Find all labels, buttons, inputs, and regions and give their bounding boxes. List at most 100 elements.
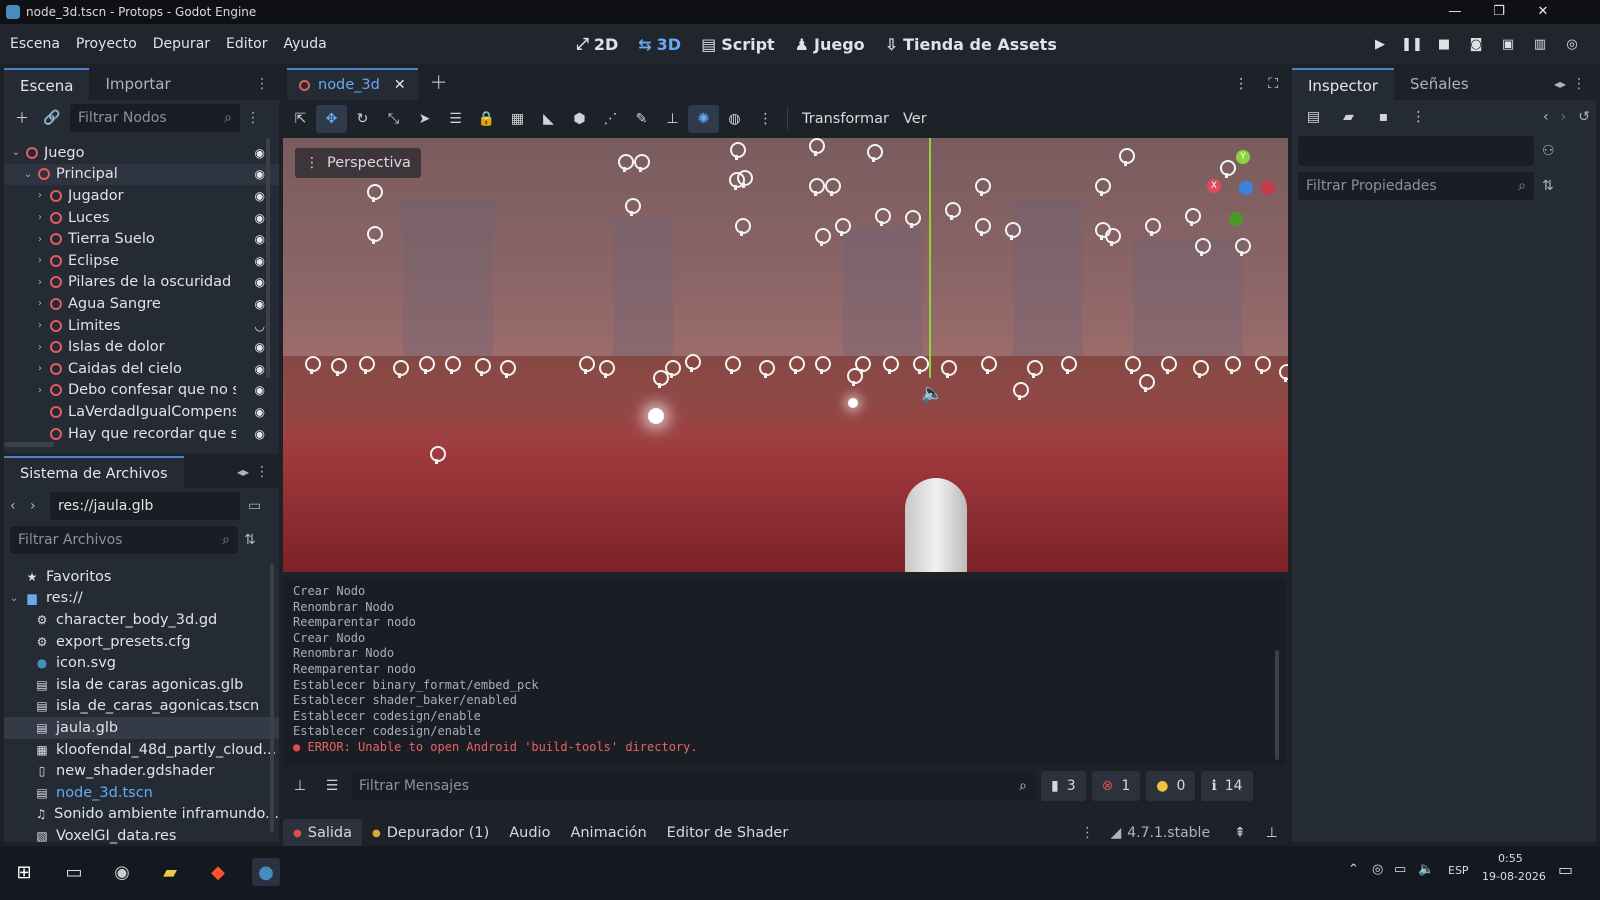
light-bulb-gizmo-icon[interactable] — [1159, 356, 1177, 376]
menu-transformar[interactable]: Transformar — [794, 111, 897, 127]
light-bulb-gizmo-icon[interactable] — [1191, 360, 1209, 380]
info-count-button[interactable]: ℹ 14 — [1201, 771, 1253, 801]
scale-mode-icon[interactable]: ⤡ — [378, 105, 409, 133]
light-bulb-gizmo-icon[interactable] — [473, 358, 491, 378]
light-bulb-gizmo-icon[interactable] — [577, 356, 595, 376]
expand-arrow-icon[interactable]: › — [34, 212, 46, 223]
group-icon[interactable]: ▦ — [502, 105, 533, 133]
network-icon[interactable]: ▭ — [1394, 862, 1406, 877]
light-bulb-gizmo-icon[interactable] — [873, 208, 891, 228]
forward-icon[interactable]: › — [30, 498, 46, 514]
back-icon[interactable]: ‹ — [10, 498, 26, 514]
light-bulb-gizmo-icon[interactable] — [903, 210, 921, 230]
pin-panel-icon[interactable]: ⊥ — [1256, 825, 1288, 841]
scene-tree-node[interactable]: › Debo confesar que no se ◉ — [4, 380, 279, 402]
expand-arrow-icon[interactable]: › — [34, 234, 46, 245]
scene-options-icon[interactable]: ⋮ — [246, 110, 260, 126]
expand-arrow-icon[interactable]: › — [34, 255, 46, 266]
lock-icon[interactable]: 🔒 — [471, 105, 502, 133]
visibility-eye-icon[interactable]: ◉ — [255, 297, 265, 311]
engine-version[interactable]: 4.7.1.stable — [1127, 825, 1224, 841]
player-capsule[interactable] — [905, 478, 967, 572]
scene-tree-node[interactable]: › Jugador ◉ — [4, 185, 279, 207]
light-bulb-gizmo-icon[interactable] — [1143, 218, 1161, 238]
scene-tree-node[interactable]: ⌄ Principal ◉ — [4, 163, 279, 186]
collapse-icon[interactable]: ☰ — [319, 778, 345, 794]
visibility-eye-icon[interactable]: ◉ — [255, 405, 265, 419]
light-bulb-gizmo-icon[interactable] — [787, 356, 805, 376]
property-options-icon[interactable]: ⇅ — [1542, 178, 1554, 194]
notifications-icon[interactable]: ▭ — [1558, 860, 1573, 879]
light-bulb-gizmo-icon[interactable] — [1059, 356, 1077, 376]
filesystem-item[interactable]: ⚙ export_presets.cfg — [4, 631, 279, 653]
light-bulb-gizmo-icon[interactable] — [632, 154, 650, 174]
light-bulb-gizmo-icon[interactable] — [1233, 238, 1251, 258]
3d-viewport[interactable]: 🔈 Y X ⋮ Perspectiva — [283, 138, 1288, 572]
history-forward-icon[interactable]: › — [1561, 109, 1567, 125]
save-icon[interactable]: ▪ — [1368, 103, 1399, 131]
expand-arrow-icon[interactable]: › — [34, 298, 46, 309]
tab-importar[interactable]: Importar — [89, 68, 186, 100]
visibility-eye-icon[interactable]: ◉ — [255, 167, 265, 181]
workspace-game-button[interactable]: ♟ Juego — [785, 34, 875, 54]
movie-maker-icon[interactable]: ◎ — [1556, 37, 1588, 52]
filesystem-item[interactable]: ★ Favoritos — [4, 566, 279, 588]
light-bulb-gizmo-icon[interactable] — [1183, 208, 1201, 228]
visibility-eye-icon[interactable]: ◉ — [255, 254, 265, 268]
audio-player-icon[interactable]: 🔈 — [921, 383, 943, 404]
tab-filesystem[interactable]: Sistema de Archivos — [4, 456, 184, 488]
dock-move-icon[interactable]: ◂▸ — [1554, 68, 1566, 100]
warnings-count-button[interactable]: ● 0 — [1146, 771, 1196, 801]
light-bulb-gizmo-icon[interactable] — [1103, 228, 1121, 248]
filter-properties-input[interactable]: Filtrar Propiedades ⌕ — [1298, 172, 1534, 200]
tab-depurador[interactable]: ● Depurador (1) — [362, 825, 499, 841]
scene-tree-node[interactable]: › Eclipse ◉ — [4, 250, 279, 272]
output-scrollbar[interactable] — [1275, 650, 1279, 760]
tab-shader-editor[interactable]: Editor de Shader — [657, 825, 799, 841]
environment-preview-icon[interactable]: ◍ — [719, 105, 750, 133]
scene-tree-hscrollbar[interactable] — [4, 442, 54, 447]
filesystem-item[interactable]: ▧ VoxelGI_data.res — [4, 825, 279, 847]
inspector-options-icon[interactable]: ⋮ — [1403, 103, 1434, 131]
split-view-icon[interactable]: ▭ — [248, 498, 261, 514]
close-tab-icon[interactable]: ✕ — [394, 69, 406, 101]
open-folder-icon[interactable]: ▰ — [1333, 103, 1364, 131]
rotate-mode-icon[interactable]: ↻ — [347, 105, 378, 133]
volume-icon[interactable]: 🔈 — [1418, 862, 1434, 877]
workspace-script-button[interactable]: ▤ Script — [691, 34, 785, 54]
scene-tree-node[interactable]: › Limites ◡ — [4, 315, 279, 337]
light-bulb-gizmo-icon[interactable] — [979, 356, 997, 376]
light-bulb-gizmo-icon[interactable] — [365, 184, 383, 204]
workspace-assetlib-button[interactable]: ⇩ Tienda de Assets — [875, 34, 1067, 54]
clear-output-icon[interactable]: ⊥ — [287, 778, 313, 794]
light-bulb-gizmo-icon[interactable] — [733, 218, 751, 238]
light-bulb-gizmo-icon[interactable] — [683, 354, 701, 374]
add-node-icon[interactable]: ＋ — [10, 104, 34, 132]
menu-ayuda[interactable]: Ayuda — [275, 36, 334, 52]
toolbar-more-icon[interactable]: ⋮ — [750, 105, 781, 133]
scene-tree-node[interactable]: LaVerdadIgualCompensa ◉ — [4, 401, 279, 423]
messages-count-button[interactable]: ▮ 3 — [1041, 771, 1086, 801]
visibility-eye-icon[interactable]: ◉ — [255, 340, 265, 354]
light-bulb-gizmo-icon[interactable] — [498, 360, 516, 380]
light-bulb-gizmo-icon[interactable] — [365, 226, 383, 246]
light-bulb-gizmo-icon[interactable] — [597, 360, 615, 380]
clock-time[interactable]: 0:55 — [1498, 852, 1523, 865]
collapse-arrow-icon[interactable]: ⌄ — [22, 169, 34, 180]
light-bulb-gizmo-icon[interactable] — [911, 356, 929, 376]
scene-tab-node3d[interactable]: node_3d ✕ — [287, 68, 418, 100]
light-bulb-gizmo-icon[interactable] — [1123, 356, 1141, 376]
light-bulb-gizmo-icon[interactable] — [357, 356, 375, 376]
light-bulb-gizmo-icon[interactable] — [833, 218, 851, 238]
visibility-eye-icon[interactable]: ◉ — [255, 232, 265, 246]
light-bulb-gizmo-icon[interactable] — [1193, 238, 1211, 258]
play-custom-scene-icon[interactable]: ▥ — [1524, 37, 1556, 52]
filesystem-item[interactable]: ▤ node_3d.tscn — [4, 782, 279, 804]
light-bulb-gizmo-icon[interactable] — [757, 360, 775, 380]
dock-move-icon[interactable]: ◂▸ — [237, 456, 249, 488]
sun-preview-icon[interactable]: ✺ — [688, 105, 719, 133]
light-bulb-gizmo-icon[interactable] — [1253, 356, 1271, 376]
tab-escena[interactable]: Escena — [4, 68, 90, 100]
object-menu-icon[interactable]: ⚇ — [1542, 143, 1555, 159]
gizmo-neg-x-icon[interactable] — [1261, 181, 1275, 195]
